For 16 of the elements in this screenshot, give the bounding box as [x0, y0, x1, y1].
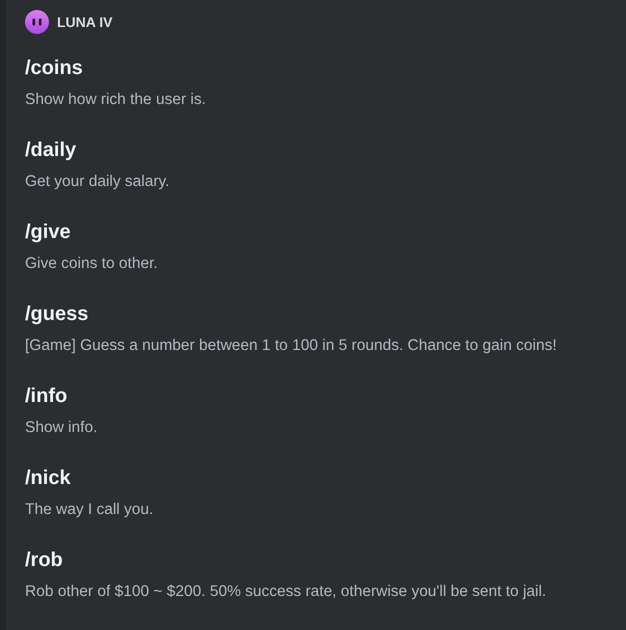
command-description: Show info. [25, 418, 98, 438]
command-description: Show how rich the user is. [25, 90, 207, 110]
command-name: /coins [25, 56, 84, 80]
command-description: Get your daily salary. [25, 172, 170, 192]
author-name: LUNA IV [57, 13, 112, 31]
command-name: /guess [25, 302, 90, 326]
command-description: The way I call you. [25, 500, 154, 520]
command-description: Rob other of $100 ~ $200. 50% success rate, otherwise you'll be sent to jail. [25, 582, 548, 602]
command-name: /nick [25, 466, 72, 490]
command-name: /info [25, 384, 68, 408]
command-name: /daily [25, 138, 78, 162]
bot-avatar-icon [25, 10, 49, 34]
command-description: Give coins to other. [25, 254, 159, 274]
command-description: [Game] Guess a number between 1 to 100 in 5 rounds. Chance to gain coins! [25, 336, 558, 356]
command-name: /rob [25, 548, 64, 572]
command-name: /give [25, 220, 72, 244]
